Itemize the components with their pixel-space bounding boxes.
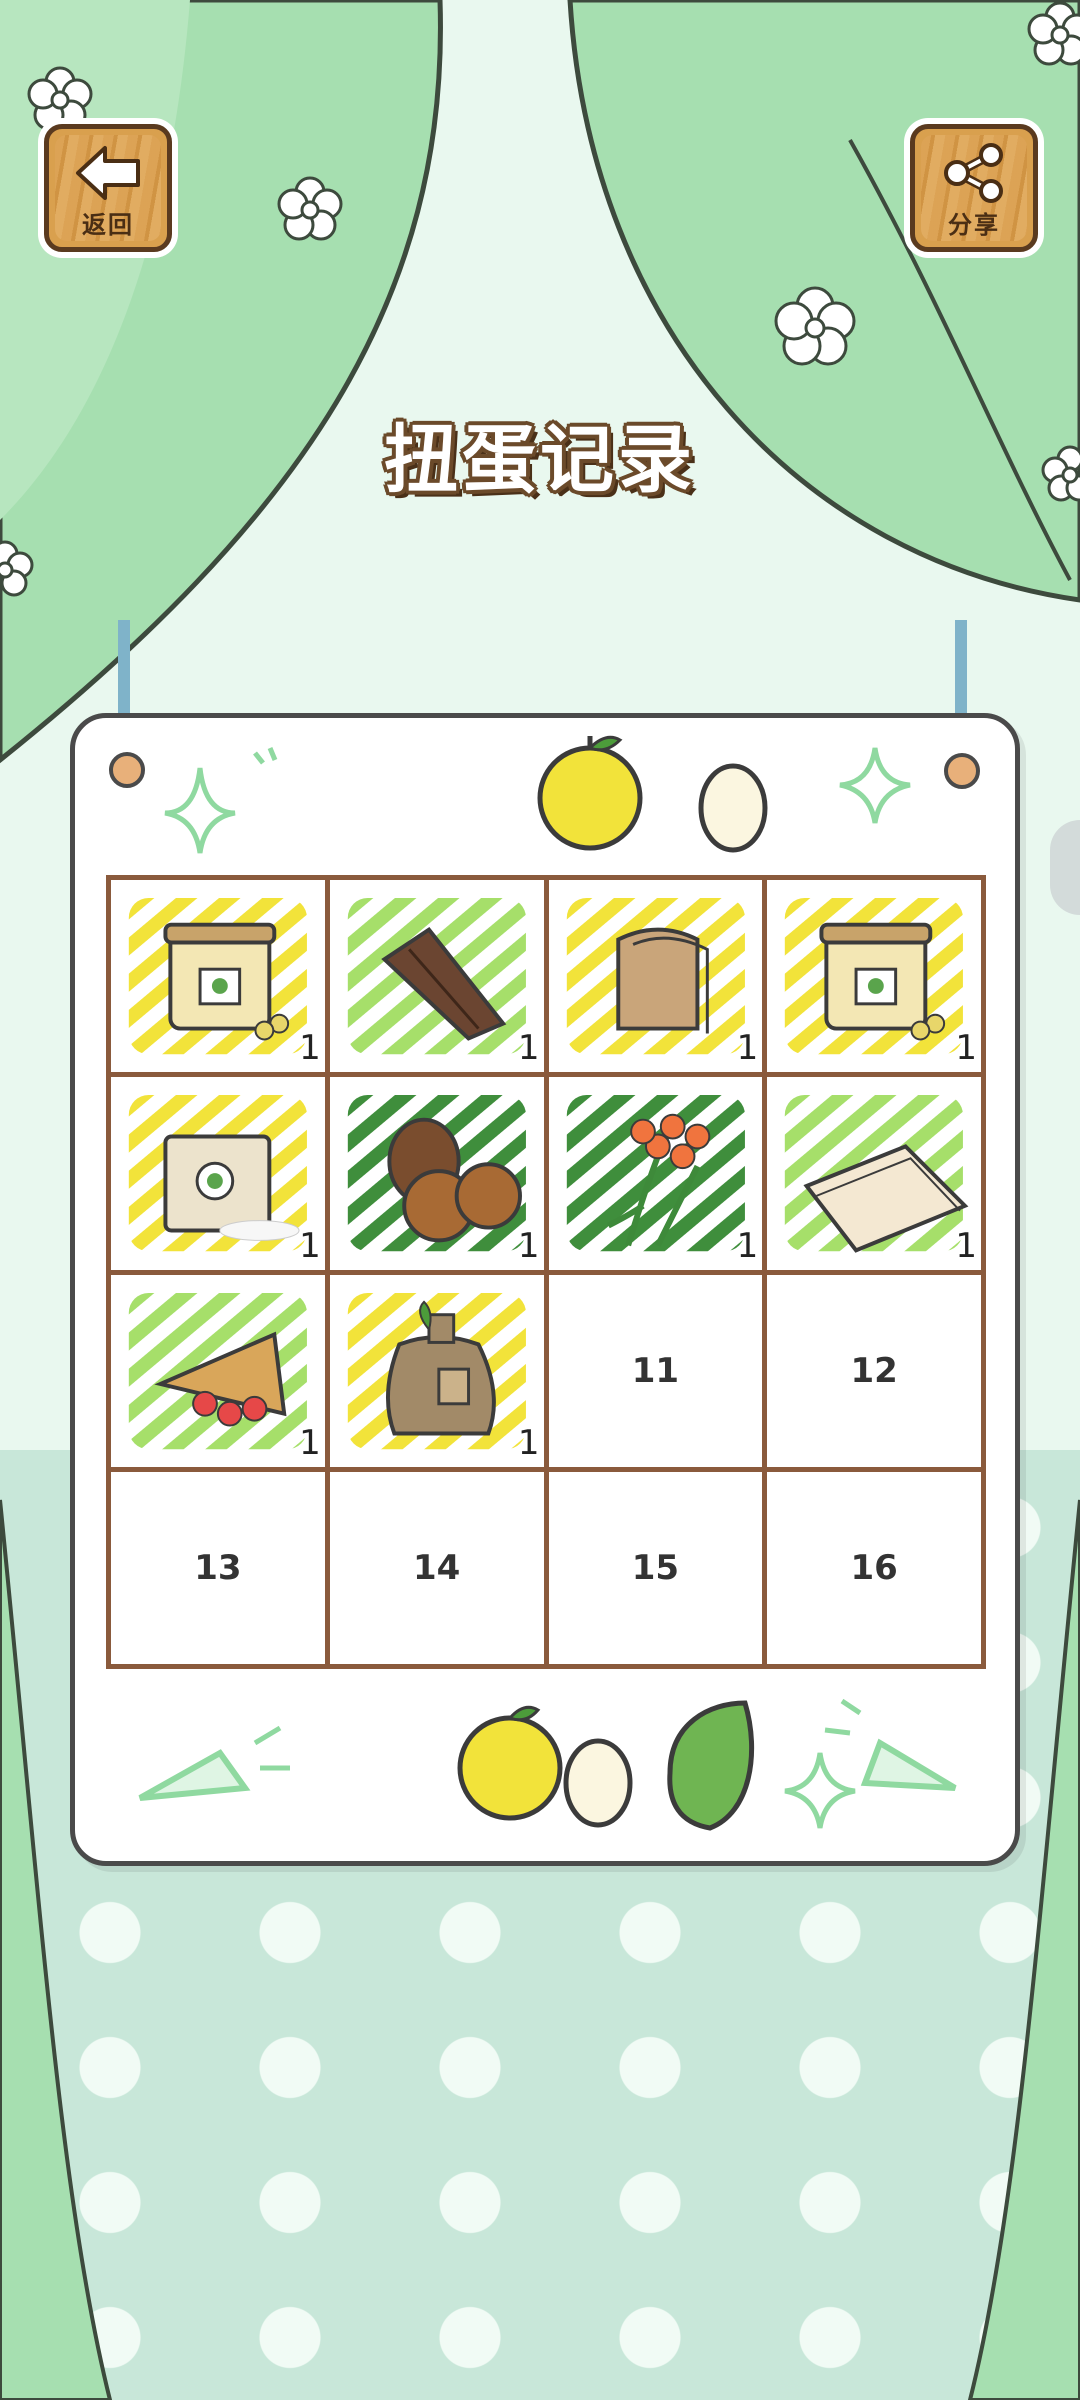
arrow-left-icon	[76, 146, 140, 200]
item-count: 1	[299, 1422, 321, 1463]
seed-icon	[563, 1738, 633, 1828]
item-count: 1	[736, 1225, 759, 1266]
yellow-fruit-icon	[457, 1715, 563, 1821]
party-cone-icon	[138, 1749, 251, 1801]
bread-slices-icon	[566, 897, 745, 1055]
share-button[interactable]: 分享	[910, 124, 1038, 252]
empty-slot[interactable]: 14	[329, 1471, 544, 1664]
item-count: 1	[736, 1028, 759, 1069]
item-count: 1	[517, 1225, 540, 1266]
sparkle-icon	[164, 767, 236, 854]
slot-number: 14	[412, 1547, 461, 1588]
slot-number: 11	[631, 1350, 680, 1391]
record-slot[interactable]: 1	[329, 1274, 544, 1467]
record-slot[interactable]: 1	[548, 880, 763, 1073]
record-slot[interactable]: 1	[767, 1077, 981, 1270]
seed-sack-icon	[347, 1292, 526, 1449]
sparkle-icon	[784, 1752, 856, 1829]
seed-icon	[698, 763, 768, 853]
hanging-rod-right	[955, 620, 967, 720]
sparkle-icon	[839, 747, 911, 824]
chestnuts-pinecone-icon	[347, 1095, 526, 1252]
bark-stick-icon	[347, 897, 526, 1055]
slot-number: 16	[850, 1547, 898, 1588]
record-slot[interactable]: 1	[329, 1077, 544, 1270]
slot-number: 13	[194, 1547, 242, 1588]
avocado-icon	[667, 1700, 755, 1831]
empty-slot[interactable]: 13	[111, 1471, 325, 1664]
record-slot[interactable]: 1	[111, 880, 325, 1073]
slot-number: 12	[850, 1350, 898, 1391]
gacha-record-grid: 1 1 1 1 1 1 1 1 1 1 11 12 13 14 15 16	[106, 875, 986, 1669]
record-slot[interactable]: 1	[767, 880, 981, 1073]
flour-bag-icon	[128, 1095, 307, 1252]
item-count: 1	[299, 1028, 321, 1069]
pin-icon	[109, 752, 145, 788]
paper-sheets-icon	[785, 1095, 969, 1253]
nut-jar-icon	[128, 897, 307, 1055]
item-count: 1	[299, 1225, 321, 1266]
yellow-fruit-icon	[537, 745, 643, 851]
record-slot[interactable]: 1	[548, 1077, 763, 1270]
item-count: 1	[955, 1028, 977, 1069]
empty-slot[interactable]: 12	[767, 1274, 981, 1467]
share-label: 分享	[948, 211, 1000, 239]
record-slot[interactable]: 1	[329, 880, 544, 1073]
party-cone-icon	[860, 1738, 957, 1791]
slot-number: 15	[631, 1547, 680, 1588]
hanging-rod-left	[118, 620, 130, 720]
empty-slot[interactable]: 15	[548, 1471, 763, 1664]
page-title: 扭蛋记录	[384, 417, 696, 503]
empty-slot[interactable]: 11	[548, 1274, 763, 1467]
empty-slot[interactable]: 16	[767, 1471, 981, 1664]
share-icon	[944, 143, 1003, 203]
item-count: 1	[517, 1028, 540, 1069]
strawberry-cone-icon	[128, 1292, 307, 1449]
item-count: 1	[955, 1225, 977, 1266]
record-slot[interactable]: 1	[111, 1077, 325, 1270]
item-count: 1	[517, 1422, 540, 1463]
pin-icon	[944, 753, 980, 789]
record-slot[interactable]: 1	[111, 1274, 325, 1467]
orange-flower-icon	[566, 1095, 745, 1252]
side-handle[interactable]	[1050, 820, 1080, 915]
nut-jar-icon	[785, 897, 964, 1055]
back-label: 返回	[82, 211, 134, 239]
back-button[interactable]: 返回	[44, 124, 172, 252]
